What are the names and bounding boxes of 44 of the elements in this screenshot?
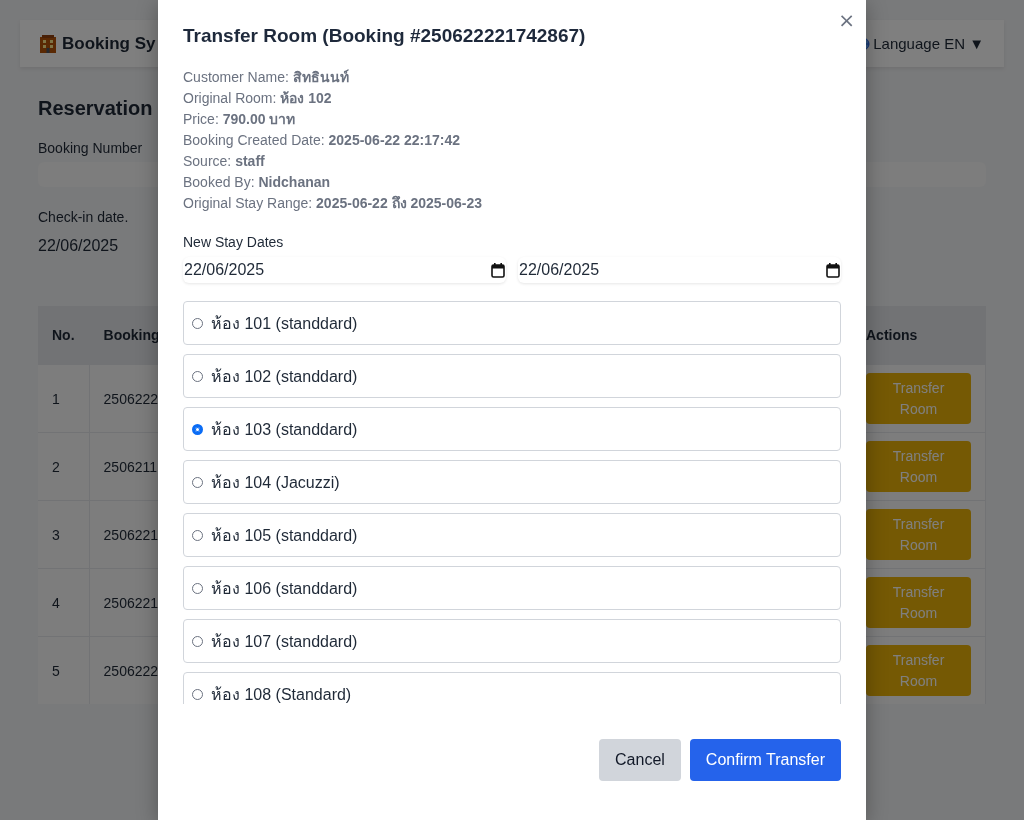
table-cell: 2 xyxy=(38,432,90,501)
booking-detail: Source: staff xyxy=(183,152,266,171)
field-label: Booking Number xyxy=(38,140,143,156)
room-option[interactable]: ห้อง 106 (standdard) xyxy=(183,566,841,610)
calendar-icon[interactable] xyxy=(826,262,840,278)
table-cell: 1 xyxy=(38,364,90,433)
date-field[interactable]: 22/06/2025 xyxy=(38,231,119,261)
field-label: Check-in date. xyxy=(38,209,129,225)
table-cell: 5 xyxy=(38,636,90,704)
radio-button[interactable] xyxy=(192,423,203,435)
close-button[interactable]: × xyxy=(835,10,858,30)
app-title: Booking Sy xyxy=(62,33,156,54)
date-field[interactable]: 22/06/2025 xyxy=(518,257,841,283)
room-label: ห้อง 102 (standdard) xyxy=(211,366,358,387)
booking-detail: Original Room: ห้อง 102 xyxy=(183,89,333,108)
booking-detail: Booked By: Nidchanan xyxy=(183,173,332,192)
room-option[interactable]: ห้อง 107 (standdard) xyxy=(183,619,841,663)
table-cell: 4 xyxy=(38,568,90,637)
room-label: ห้อง 108 (Standard) xyxy=(211,684,352,704)
calendar-icon[interactable] xyxy=(491,262,505,278)
cancel-button[interactable]: Cancel xyxy=(599,739,681,781)
room-option[interactable]: ห้อง 104 (Jacuzzi) xyxy=(183,460,841,504)
room-label: ห้อง 101 (standdard) xyxy=(211,313,358,334)
booking-detail: Customer Name: สิทธินนท์ xyxy=(183,68,350,87)
room-label: ห้อง 105 (standdard) xyxy=(211,525,358,546)
room-option[interactable]: ห้อง 103 (standdard) xyxy=(183,407,841,451)
room-label: ห้อง 104 (Jacuzzi) xyxy=(211,472,340,493)
booking-detail: Original Stay Range: 2025-06-22 ถึง 2025-06-23 xyxy=(183,194,484,213)
room-option[interactable]: ห้อง 101 (standdard) xyxy=(183,301,841,345)
room-option[interactable]: ห้อง 108 (Standard) xyxy=(183,672,841,704)
table-cell: 3 xyxy=(38,500,90,569)
hotel-icon xyxy=(38,33,58,54)
room-label: ห้อง 106 (standdard) xyxy=(211,578,358,599)
language-selector[interactable]: Language EN ▼ xyxy=(873,35,984,52)
room-option[interactable]: ห้อง 105 (standdard) xyxy=(183,513,841,557)
confirm-button[interactable]: Confirm Transfer xyxy=(689,739,841,781)
booking-detail: Booking Created Date: 2025-06-22 22:17:42 xyxy=(183,131,462,150)
dialog-title: Transfer Room (Booking #250622221742867) xyxy=(183,24,587,48)
date-field[interactable]: 22/06/2025 xyxy=(183,257,506,283)
field-label: New Stay Dates xyxy=(183,234,285,251)
room-option[interactable]: ห้อง 102 (standdard) xyxy=(183,354,841,398)
booking-detail: Price: 790.00 บาท xyxy=(183,110,297,129)
column-header: No. xyxy=(38,306,90,365)
page-heading: Reservation xyxy=(38,97,153,120)
